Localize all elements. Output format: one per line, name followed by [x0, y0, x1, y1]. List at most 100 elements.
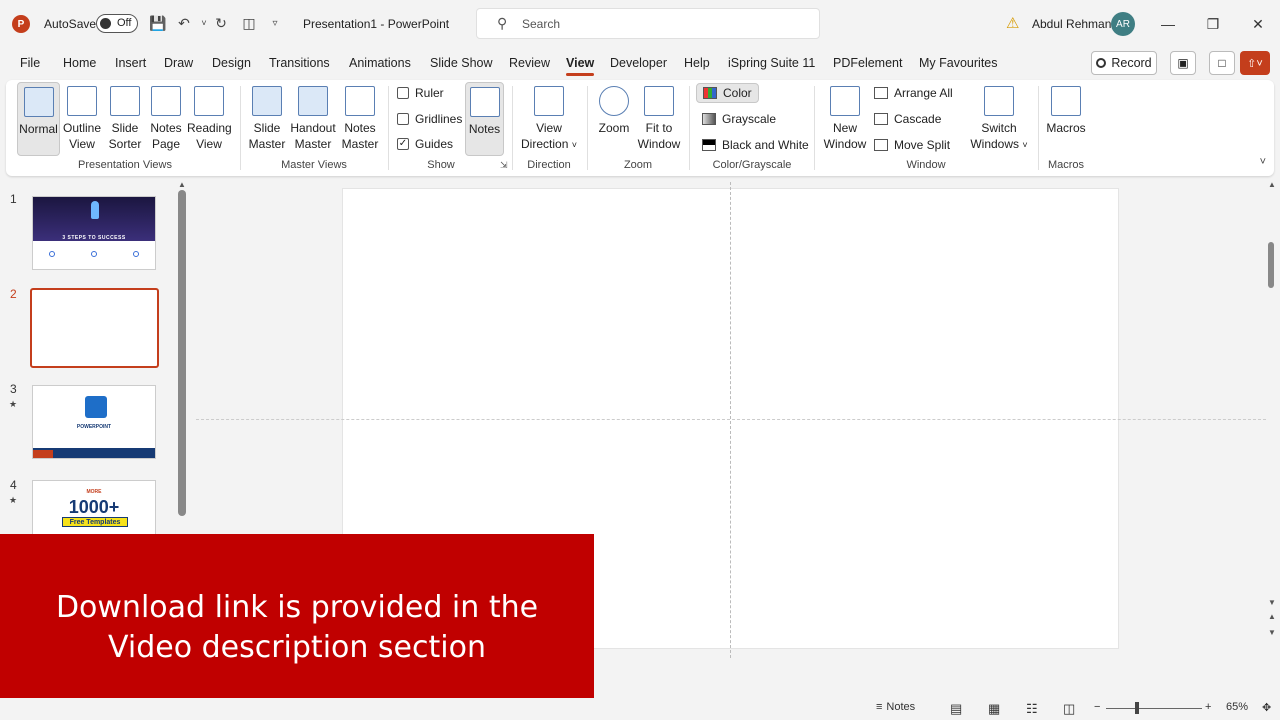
- autosave-state: Off: [117, 17, 132, 29]
- tab-view[interactable]: View: [566, 56, 595, 76]
- outline-view-button[interactable]: Outline View: [61, 82, 103, 156]
- scroll-up-icon[interactable]: ▲: [1268, 180, 1276, 189]
- fit-slide-icon[interactable]: ✥: [1262, 701, 1271, 714]
- comments-icon[interactable]: □: [1209, 51, 1235, 75]
- reading-view-status-icon[interactable]: ☷: [1026, 701, 1038, 717]
- black-white-swatch-icon: [702, 139, 716, 151]
- minimize-icon[interactable]: —: [1156, 12, 1180, 36]
- avatar[interactable]: AR: [1111, 12, 1135, 36]
- vertical-guide[interactable]: [730, 182, 731, 658]
- fit-to-window-button[interactable]: Fit to Window: [636, 82, 682, 156]
- view-direction-button[interactable]: View Direction ˅: [518, 82, 580, 156]
- direction-label-1: View: [536, 121, 562, 135]
- color-button[interactable]: Color: [696, 83, 759, 103]
- zoom-out-icon[interactable]: −: [1094, 701, 1100, 713]
- share-button[interactable]: ⇧˅: [1240, 51, 1270, 75]
- zoom-in-icon[interactable]: +: [1205, 701, 1211, 713]
- user-name[interactable]: Abdul Rehman: [1032, 17, 1111, 31]
- dialog-launcher-icon[interactable]: ⇲: [500, 160, 508, 171]
- tab-slide-show[interactable]: Slide Show: [430, 56, 493, 70]
- slide-sorter-button[interactable]: Slide Sorter: [106, 82, 144, 156]
- color-swatch-icon: [703, 87, 717, 99]
- tab-insert[interactable]: Insert: [115, 56, 146, 70]
- zoom-slider-thumb[interactable]: [1135, 702, 1139, 714]
- previous-slide-icon[interactable]: ▲: [1268, 612, 1276, 621]
- record-icon: [1096, 58, 1107, 68]
- tab-transitions[interactable]: Transitions: [269, 56, 330, 70]
- normal-view-button[interactable]: Normal: [17, 82, 60, 156]
- tab-help[interactable]: Help: [684, 56, 710, 70]
- next-slide-icon[interactable]: ▼: [1268, 628, 1276, 637]
- slideshow-status-icon[interactable]: ◫: [1063, 701, 1075, 717]
- search-input[interactable]: ⚲ Search: [476, 8, 820, 39]
- notes-page-button[interactable]: Notes Page: [147, 82, 185, 156]
- slide-number: 1: [10, 192, 17, 206]
- tab-home[interactable]: Home: [63, 56, 96, 70]
- undo-icon[interactable]: ↶: [175, 14, 193, 32]
- cascade-button[interactable]: Cascade: [874, 112, 941, 126]
- guides-checkbox[interactable]: ✓ Guides: [397, 137, 453, 151]
- thumbnail-top-text: MORE: [86, 489, 102, 495]
- redo-icon[interactable]: ↻: [212, 14, 230, 32]
- zoom-level[interactable]: 65%: [1226, 701, 1248, 713]
- macros-button[interactable]: Macros: [1044, 82, 1088, 156]
- thumbnail-big-number: 1000+: [68, 497, 120, 517]
- collapse-ribbon-icon[interactable]: ˅: [1260, 156, 1266, 168]
- tab-developer[interactable]: Developer: [610, 56, 667, 70]
- save-icon[interactable]: 💾: [149, 14, 167, 32]
- arrange-all-button[interactable]: Arrange All: [874, 86, 953, 100]
- close-icon[interactable]: ✕: [1246, 12, 1270, 36]
- thumbnail-title: POWERPOINT: [76, 424, 112, 430]
- notes-button[interactable]: Notes: [465, 82, 504, 156]
- slide-thumbnail-1[interactable]: 3 STEPS TO SUCCESS: [32, 196, 156, 270]
- warning-icon[interactable]: ⚠: [1006, 14, 1019, 32]
- tab-pdfelement[interactable]: PDFelement: [833, 56, 902, 70]
- undo-dropdown-icon[interactable]: ˅: [195, 14, 213, 32]
- tab-review[interactable]: Review: [509, 56, 550, 70]
- gridlines-checkbox[interactable]: Gridlines: [397, 112, 462, 126]
- slide-thumbnail-4[interactable]: MORE 1000+ Free Templates: [32, 480, 156, 534]
- new-window-button[interactable]: New Window: [822, 82, 868, 156]
- restore-icon[interactable]: ❐: [1201, 12, 1225, 36]
- slide-thumbnail-2[interactable]: [30, 288, 159, 368]
- tab-ispring[interactable]: iSpring Suite 11: [728, 56, 815, 70]
- present-icon[interactable]: ◫: [240, 14, 258, 32]
- slide-master-button[interactable]: Slide Master: [248, 82, 286, 156]
- zoom-label: Zoom: [598, 121, 630, 135]
- switch-windows-button[interactable]: Switch Windows ˅: [968, 82, 1030, 156]
- normal-view-status-icon[interactable]: ▤: [950, 701, 962, 717]
- slide-sorter-status-icon[interactable]: ▦: [988, 701, 1000, 717]
- notes-master-button[interactable]: Notes Master: [340, 82, 380, 156]
- zoom-button[interactable]: Zoom: [594, 82, 634, 156]
- horizontal-guide[interactable]: [196, 419, 1266, 420]
- tab-draw[interactable]: Draw: [164, 56, 193, 70]
- scroll-up-icon[interactable]: ▲: [178, 180, 186, 189]
- fit-to-window-icon: [644, 86, 674, 116]
- slide-thumbnail-3[interactable]: POWERPOINT: [32, 385, 156, 459]
- zoom-slider[interactable]: [1106, 708, 1202, 709]
- scroll-down-icon[interactable]: ▼: [1268, 598, 1276, 607]
- move-split-label: Move Split: [894, 138, 951, 152]
- record-button[interactable]: Record: [1091, 51, 1157, 75]
- canvas-scrollbar[interactable]: [1268, 242, 1274, 288]
- teams-icon[interactable]: ▣: [1170, 51, 1196, 75]
- black-white-button[interactable]: Black and White: [702, 138, 809, 152]
- animation-star-icon: ★: [9, 495, 18, 505]
- customize-toolbar-icon[interactable]: ▿: [266, 14, 284, 32]
- ruler-checkbox[interactable]: Ruler: [397, 86, 444, 100]
- notes-status-button[interactable]: ≡ Notes: [876, 701, 915, 713]
- tab-animations[interactable]: Animations: [349, 56, 411, 70]
- move-split-button[interactable]: Move Split: [874, 138, 950, 152]
- group-label-window: Window: [906, 159, 946, 171]
- thumbnail-scrollbar[interactable]: [178, 190, 186, 516]
- tab-my-favourites[interactable]: My Favourites: [919, 56, 998, 70]
- autosave-toggle[interactable]: Off: [96, 14, 138, 33]
- handout-master-button[interactable]: Handout Master: [289, 82, 337, 156]
- tab-design[interactable]: Design: [212, 56, 251, 70]
- reading-view-button[interactable]: Reading View: [187, 82, 232, 156]
- slide-master-icon: [252, 86, 282, 116]
- step-icon: [49, 251, 55, 257]
- grayscale-button[interactable]: Grayscale: [702, 112, 776, 126]
- tab-file[interactable]: File: [20, 56, 40, 70]
- magnifier-icon: [599, 86, 629, 116]
